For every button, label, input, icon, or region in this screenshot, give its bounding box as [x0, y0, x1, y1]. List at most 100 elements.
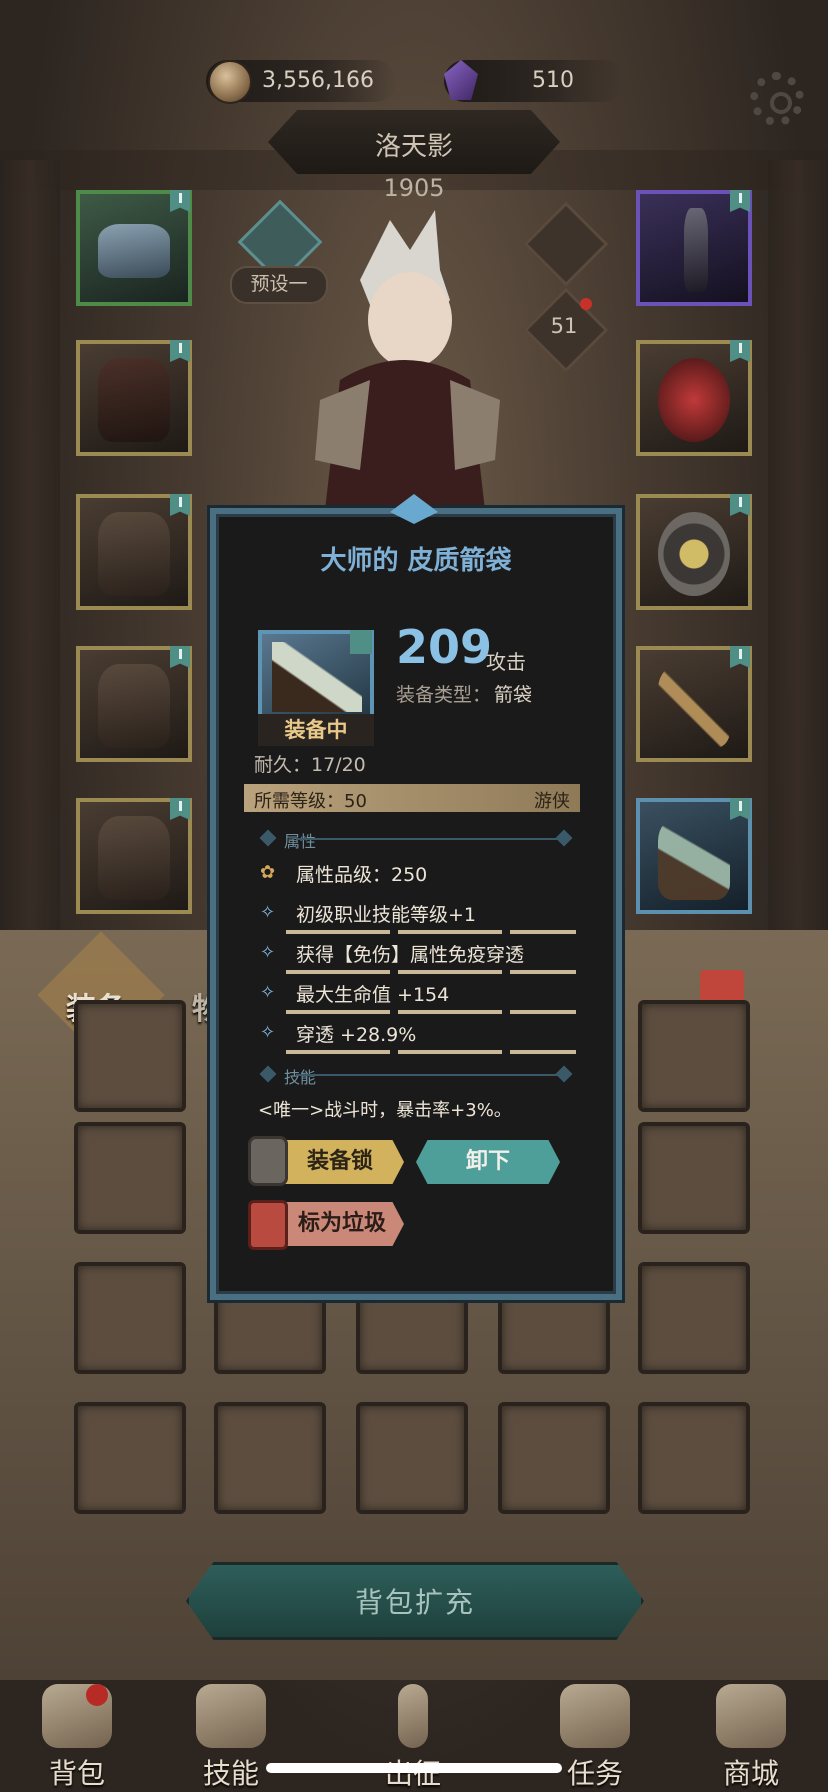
nav-skills[interactable]: 技能: [176, 1680, 286, 1792]
nav-label: 商城: [722, 1757, 779, 1790]
equip-type-value: 箭袋: [494, 684, 533, 706]
lock-tag-icon: [730, 190, 750, 212]
quiver-item-icon: [658, 816, 730, 900]
skills-section-header: 技能: [256, 1064, 576, 1087]
gold-value: 3,556,166: [262, 68, 374, 93]
lock-tag-icon: [730, 340, 750, 362]
lotus-icon: ✿: [260, 862, 276, 883]
nav-label: 背包: [48, 1757, 105, 1790]
attribute-row: ✧ 获得【免伤】属性免疫穿透: [256, 936, 576, 974]
gem-value: 510: [532, 68, 574, 93]
sword-icon: [398, 1684, 428, 1748]
skill-text: <唯一>战斗时，暴击率+3%。: [258, 1100, 512, 1121]
inventory-cell[interactable]: [498, 1402, 610, 1514]
item-title: 大师的 皮质箭袋: [320, 546, 512, 576]
stat-type: 攻击: [486, 650, 526, 674]
nav-expedition[interactable]: 出征: [358, 1680, 468, 1792]
lock-tag-icon: [730, 494, 750, 516]
inventory-cell[interactable]: [638, 1262, 750, 1374]
character-name: 洛天影: [374, 132, 453, 162]
equip-lock-label: 装备锁: [306, 1149, 373, 1174]
required-level: 所需等级：50: [254, 791, 367, 812]
diamond-bullet-icon: [259, 1065, 277, 1083]
sparkle-icon: ✧: [260, 1022, 276, 1043]
attribute-underline: [286, 1010, 576, 1014]
section-divider: [296, 838, 566, 840]
attribute-text: 最大生命值 +154: [296, 984, 450, 1006]
equip-type-label: 装备类型：: [396, 684, 492, 706]
lock-tag-icon: [730, 646, 750, 668]
attribute-underline: [286, 1050, 576, 1054]
inventory-cell[interactable]: [638, 1122, 750, 1234]
sparkle-icon: ✧: [260, 982, 276, 1003]
nav-backpack[interactable]: 背包: [22, 1680, 132, 1792]
offhand-item-icon: [658, 358, 730, 442]
inventory-cell[interactable]: [214, 1402, 326, 1514]
inventory-cell[interactable]: [638, 1000, 750, 1112]
unequip-button[interactable]: 卸下: [416, 1140, 560, 1184]
bow-item-icon: [658, 664, 730, 748]
equip-slot-bow[interactable]: [636, 646, 752, 762]
helmet-item-icon: [98, 224, 170, 278]
section-title: 技能: [284, 1068, 317, 1087]
equip-slot-armor[interactable]: [76, 340, 192, 456]
attribute-text: 初级职业技能等级+1: [296, 904, 477, 926]
section-divider: [296, 1074, 566, 1076]
attributes-section-header: 属性: [256, 828, 576, 851]
equip-slot-offhand[interactable]: [636, 340, 752, 456]
attribute-row: ✧ 最大生命值 +154: [256, 976, 576, 1014]
nav-quests[interactable]: 任务: [540, 1680, 650, 1792]
settings-gear-icon[interactable]: [750, 72, 804, 126]
equip-slot-gloves[interactable]: [76, 494, 192, 610]
padlock-icon: [248, 1136, 288, 1186]
unequip-label: 卸下: [465, 1149, 510, 1174]
inventory-cell[interactable]: [638, 1402, 750, 1514]
diamond-bullet-icon: [555, 829, 573, 847]
gem-icon: [444, 60, 478, 100]
cross-necklace-icon: [684, 208, 708, 292]
stat-value: 209: [396, 620, 493, 674]
gem-counter: 510: [444, 60, 624, 102]
shop-icon: [716, 1684, 786, 1748]
quiver-image-icon: [272, 642, 362, 712]
sparkle-icon: ✧: [260, 902, 276, 923]
diamond-bullet-icon: [259, 829, 277, 847]
attribute-text: 属性品级：250: [296, 864, 428, 886]
gold-counter: 3,556,166: [206, 60, 396, 104]
inventory-cell[interactable]: [356, 1402, 468, 1514]
equip-slot-necklace[interactable]: [636, 190, 752, 306]
background-pillar-left: [0, 160, 60, 940]
character-portrait: [315, 210, 500, 510]
lock-tag-icon: [730, 798, 750, 820]
attribute-text: 获得【免伤】属性免疫穿透: [296, 944, 525, 966]
equip-slot-quiver[interactable]: [636, 798, 752, 914]
lock-tag-icon: [170, 190, 190, 212]
coin-icon: [208, 60, 252, 104]
diamond-bullet-icon: [555, 1065, 573, 1083]
points-value: 51: [550, 314, 578, 338]
durability: 耐久：17/20: [254, 754, 366, 776]
equip-slot-shoulders[interactable]: [76, 646, 192, 762]
sparkle-icon: ✧: [260, 942, 276, 963]
inventory-cell[interactable]: [74, 1122, 186, 1234]
shoulder-item-icon: [98, 664, 170, 748]
inventory-cell[interactable]: [74, 1000, 186, 1112]
class-name: 游侠: [534, 791, 570, 812]
inventory-cell[interactable]: [74, 1402, 186, 1514]
boots-item-icon: [98, 816, 170, 900]
mark-trash-label: 标为垃圾: [297, 1211, 386, 1236]
required-level-bar: 所需等级：50 游侠: [244, 784, 580, 812]
nav-shop[interactable]: 商城: [696, 1680, 806, 1792]
attribute-row: ✧ 初级职业技能等级+1: [256, 896, 576, 934]
background-pillar-right: [768, 160, 828, 940]
home-indicator: [266, 1763, 562, 1773]
lock-tag-icon: [170, 340, 190, 362]
equip-slot-boots[interactable]: [76, 798, 192, 914]
inventory-cell[interactable]: [74, 1262, 186, 1374]
equip-slot-ring[interactable]: [636, 494, 752, 610]
notification-dot: [580, 298, 592, 310]
attribute-underline: [286, 970, 576, 974]
equip-slot-helmet[interactable]: [76, 190, 192, 306]
expand-backpack-button[interactable]: 背包扩充: [186, 1562, 644, 1640]
trash-bin-icon: [248, 1200, 288, 1250]
